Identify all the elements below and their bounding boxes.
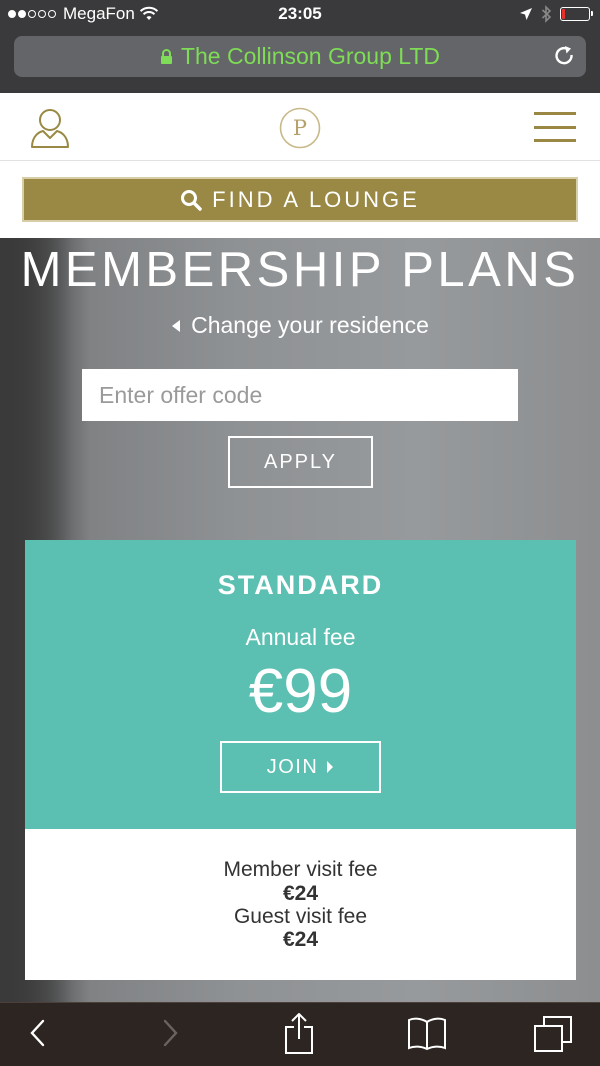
guest-fee-value: €24 [282, 928, 319, 951]
bluetooth-icon [541, 5, 552, 23]
battery-icon [560, 7, 593, 21]
priority-pass-logo[interactable]: P [279, 107, 321, 149]
join-button[interactable]: JOIN [220, 741, 381, 793]
menu-icon[interactable] [534, 112, 576, 142]
annual-fee-label: Annual fee [245, 624, 356, 650]
status-bar: MegaFon 23:05 [0, 0, 600, 30]
address-bar[interactable]: The Collinson Group LTD [14, 36, 586, 77]
member-fee-value: €24 [282, 882, 319, 905]
change-residence-link[interactable]: Change your residence [0, 312, 600, 339]
hero-section: MEMBERSHIP PLANS Change your residence A… [0, 238, 600, 1002]
plan-summary: STANDARD Annual fee €99 JOIN [25, 540, 576, 829]
find-lounge-button[interactable]: FIND A LOUNGE [22, 177, 578, 222]
user-account-icon[interactable] [30, 107, 70, 149]
apply-label: APPLY [264, 450, 337, 473]
tabs-icon[interactable] [533, 1015, 573, 1053]
page-title: MEMBERSHIP PLANS [20, 243, 580, 297]
apply-button[interactable]: APPLY [228, 436, 373, 488]
url-text: The Collinson Group LTD [180, 43, 441, 69]
guest-fee-label: Guest visit fee [233, 905, 368, 928]
member-fee-label: Member visit fee [223, 858, 378, 881]
caret-left-icon [172, 319, 181, 332]
refresh-icon[interactable] [552, 44, 576, 68]
battery-level [562, 9, 565, 19]
plan-name: STANDARD [217, 570, 384, 600]
caret-right-icon [327, 761, 334, 773]
status-right [519, 5, 593, 23]
share-icon[interactable] [283, 1013, 315, 1055]
plan-card-standard: STANDARD Annual fee €99 JOIN Member visi… [25, 540, 576, 980]
change-residence-label: Change your residence [191, 312, 429, 338]
browser-toolbar [0, 1002, 600, 1066]
bookmarks-icon[interactable] [407, 1015, 447, 1051]
find-lounge-area: FIND A LOUNGE [0, 161, 600, 238]
find-lounge-label: FIND A LOUNGE [212, 186, 420, 212]
location-icon [520, 8, 532, 20]
lock-icon [160, 48, 172, 64]
browser-url-area: The Collinson Group LTD [0, 30, 600, 93]
plan-price: €99 [248, 657, 353, 726]
status-time: 23:05 [278, 4, 322, 23]
logo-letter: P [293, 116, 307, 140]
back-icon[interactable] [28, 1017, 48, 1049]
offer-code-input[interactable] [82, 369, 518, 421]
forward-icon[interactable] [160, 1017, 180, 1049]
search-icon [181, 189, 202, 211]
plan-fees: Member visit fee €24 Guest visit fee €24 [25, 829, 576, 980]
join-label: JOIN [266, 755, 319, 778]
